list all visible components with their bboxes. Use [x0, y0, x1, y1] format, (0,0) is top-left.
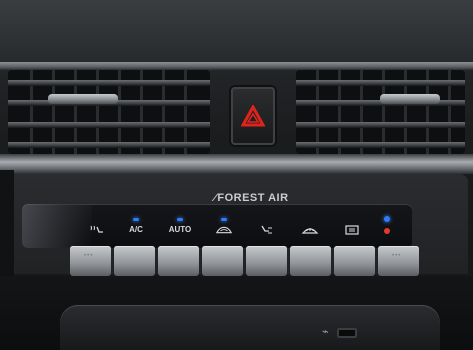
rear-defrost-icon — [345, 224, 359, 235]
vent-adjuster-knob[interactable] — [48, 94, 118, 104]
front-defrost-button[interactable] — [288, 204, 332, 248]
temperature-indicator — [384, 216, 392, 236]
recirculation-icon — [215, 226, 233, 233]
storage-tray — [60, 305, 440, 350]
hazard-triangle-icon — [241, 105, 265, 127]
climate-key[interactable] — [334, 246, 375, 276]
climate-key[interactable] — [158, 246, 199, 276]
climate-key[interactable]: ••• — [378, 246, 419, 276]
climate-control-strip: A/C AUTO — [22, 204, 412, 248]
auto-button[interactable]: AUTO — [158, 204, 202, 248]
ac-label: A/C — [129, 225, 143, 234]
rear-defrost-button[interactable] — [330, 204, 374, 248]
ac-button[interactable]: A/C — [114, 204, 158, 248]
vent-adjuster-knob[interactable] — [380, 94, 440, 104]
dashboard-top — [0, 0, 473, 68]
recirculation-led — [221, 217, 227, 221]
climate-key[interactable] — [114, 246, 155, 276]
usb-icon: ⌁ — [322, 326, 329, 338]
warm-indicator-led — [384, 228, 390, 234]
climate-key-row: ••• ••• — [70, 246, 443, 276]
usb-port[interactable] — [337, 328, 357, 338]
auto-label: AUTO — [168, 225, 192, 234]
climate-key[interactable]: ••• — [70, 246, 111, 276]
ac-led — [133, 218, 139, 221]
chrome-trim-top — [0, 62, 473, 70]
brand-label: ⁄FOREST AIR — [214, 192, 289, 204]
right-air-vent[interactable] — [296, 70, 465, 154]
seat-heat-icon — [90, 225, 103, 233]
car-dashboard-photo: ⁄FOREST AIR A/C AUTO ••• ••• ⌁ — [0, 0, 473, 350]
hazard-button[interactable] — [231, 87, 275, 145]
seat-heat-button[interactable] — [74, 204, 118, 248]
auto-led — [177, 218, 183, 221]
chrome-trim-middle — [0, 154, 473, 174]
recirculation-button[interactable] — [202, 204, 246, 248]
leaf-logo-icon: ⁄ — [214, 192, 217, 204]
climate-key[interactable] — [290, 246, 331, 276]
climate-key[interactable] — [202, 246, 243, 276]
climate-key[interactable] — [246, 246, 287, 276]
airflow-mode-button[interactable] — [244, 204, 288, 248]
left-air-vent[interactable] — [8, 70, 210, 154]
airflow-mode-icon — [261, 225, 272, 233]
front-defrost-icon — [301, 227, 319, 234]
cool-indicator-led — [384, 216, 390, 222]
